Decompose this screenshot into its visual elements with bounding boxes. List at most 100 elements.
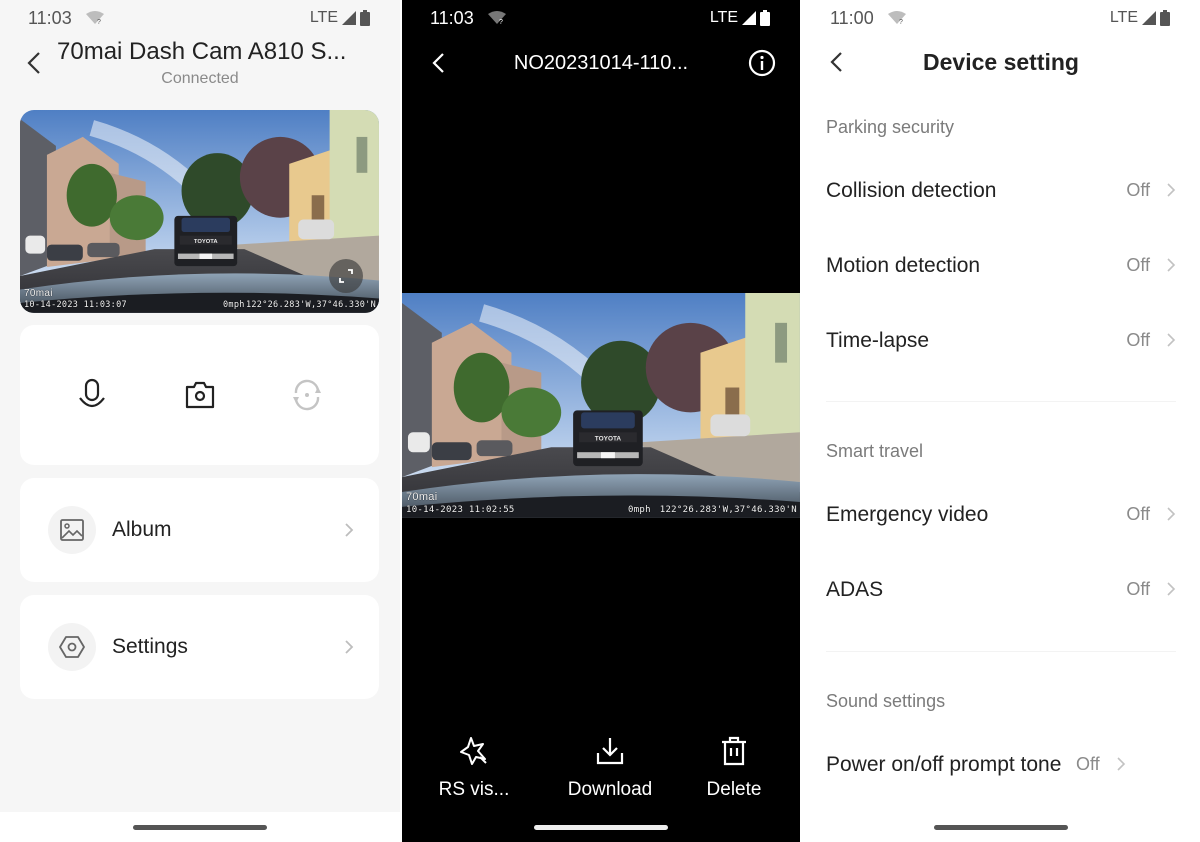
album-menu-item[interactable]: Album [20,478,379,582]
signal-icon [742,11,756,25]
settings-label: Settings [112,635,188,658]
info-icon[interactable] [748,49,776,77]
wifi-question-icon: ? [86,11,104,25]
network-type: LTE [1109,9,1138,26]
battery-icon [760,10,770,26]
expand-icon [339,269,353,283]
chevron-right-icon [1167,507,1176,521]
device-home-screen: 11:03 ? LTE 70mai Dash Cam A810 S... Con… [0,0,400,842]
setting-label: ADAS [826,577,884,601]
download-button[interactable]: Download [555,735,665,801]
video-actions-bar: RS vis... Download Delete [402,735,800,805]
osd-coordinates: 122°26.283'W,37°46.330'N [245,300,376,310]
chevron-right-icon [345,523,354,537]
setting-label: Time-lapse [826,328,930,352]
chevron-right-icon [345,640,354,654]
setting-emergency-video[interactable]: Emergency video Off [802,484,1200,544]
setting-label: Emergency video [826,502,989,526]
video-file-name: NO20231014-110... [513,52,689,74]
live-camera-preview[interactable]: 70mai 10-14-2023 11:03:07 0mph 122°26.28… [20,110,379,313]
video-frame-image [402,293,800,518]
delete-button[interactable]: Delete [679,735,789,801]
status-time: 11:03 [430,8,474,28]
setting-time-lapse[interactable]: Time-lapse Off [802,310,1200,370]
rs-vision-label: RS vis... [438,779,510,800]
setting-value: Off [1076,753,1100,774]
osd-speed: 0mph [628,505,651,515]
status-time: 11:00 [830,8,874,28]
album-icon-bubble [48,506,96,554]
switch-camera-icon [293,379,321,411]
chevron-right-icon [1167,258,1176,272]
video-player-screen: 11:03 ? LTE NO20231014-110... 70mai 10-1… [402,0,800,842]
video-player[interactable]: 70mai 10-14-2023 11:02:55 0mph 122°26.28… [402,293,800,519]
camera-icon [185,381,215,409]
settings-icon-bubble [48,623,96,671]
svg-text:?: ? [499,19,503,25]
osd-coordinates: 122°26.283'W,37°46.330'N [659,505,797,515]
network-type: LTE [709,9,738,26]
system-nav-bar [402,812,800,842]
home-gesture-handle[interactable] [534,825,668,830]
microphone-button[interactable] [72,375,112,415]
setting-adas[interactable]: ADAS Off [802,559,1200,619]
home-gesture-handle[interactable] [934,825,1068,830]
status-bar: 11:00 ? LTE [802,0,1200,36]
download-label: Download [567,779,653,800]
setting-motion-detection[interactable]: Motion detection Off [802,235,1200,295]
camera-controls-card [20,325,379,465]
system-nav-bar [802,812,1200,842]
device-setting-screen: 11:00 ? LTE Device setting Parking secur… [802,0,1200,842]
image-icon [60,519,84,541]
home-gesture-handle[interactable] [133,825,267,830]
svg-text:?: ? [899,19,903,25]
setting-value: Off [1126,329,1150,350]
signal-icon [1142,11,1156,25]
hexagon-settings-icon [59,636,85,658]
delete-label: Delete [706,779,762,800]
svg-text:?: ? [97,19,101,25]
network-type: LTE [309,9,338,26]
setting-collision-detection[interactable]: Collision detection Off [802,160,1200,220]
wifi-question-icon: ? [488,11,506,25]
chevron-right-icon [1167,582,1176,596]
page-title: Device setting [923,49,1079,75]
chevron-right-icon [1167,183,1176,197]
download-icon [596,738,624,765]
setting-value: Off [1126,503,1150,524]
setting-value: Off [1126,179,1150,200]
osd-datetime: 10-14-2023 11:02:55 [406,505,515,515]
microphone-icon [79,378,105,408]
section-title-smart-travel: Smart travel [826,441,924,461]
section-title-parking-security: Parking security [826,117,955,137]
album-label: Album [112,518,172,541]
setting-label: Motion detection [826,253,981,277]
sparkle-star-icon [460,737,487,765]
connection-status: Connected [161,70,239,87]
watermark-brand: 70mai [24,288,53,299]
osd-datetime: 10-14-2023 11:03:07 [24,300,127,310]
system-nav-bar [0,812,400,842]
trash-icon [722,736,746,766]
fullscreen-button[interactable] [329,259,363,293]
status-bar: 11:03 ? LTE [402,0,800,36]
switch-camera-button[interactable] [287,375,327,415]
setting-label: Collision detection [826,178,997,202]
signal-icon [342,11,356,25]
chevron-right-icon [1167,333,1176,347]
setting-power-prompt-tone[interactable]: Power on/off prompt tone Off [802,734,1200,794]
setting-value: Off [1126,254,1150,275]
rs-vision-button[interactable]: RS vis... [419,735,529,801]
chevron-right-icon [1117,757,1125,771]
osd-speed: 0mph [223,300,245,310]
snapshot-button[interactable] [180,375,220,415]
section-divider [826,651,1176,652]
section-divider [826,401,1176,402]
settings-menu-item[interactable]: Settings [20,595,379,699]
status-time: 11:03 [28,8,72,28]
section-title-sound-settings: Sound settings [826,691,946,711]
camera-feed-image [20,110,379,313]
watermark-brand: 70mai [406,491,438,503]
battery-icon [1160,10,1170,26]
battery-icon [360,10,370,26]
